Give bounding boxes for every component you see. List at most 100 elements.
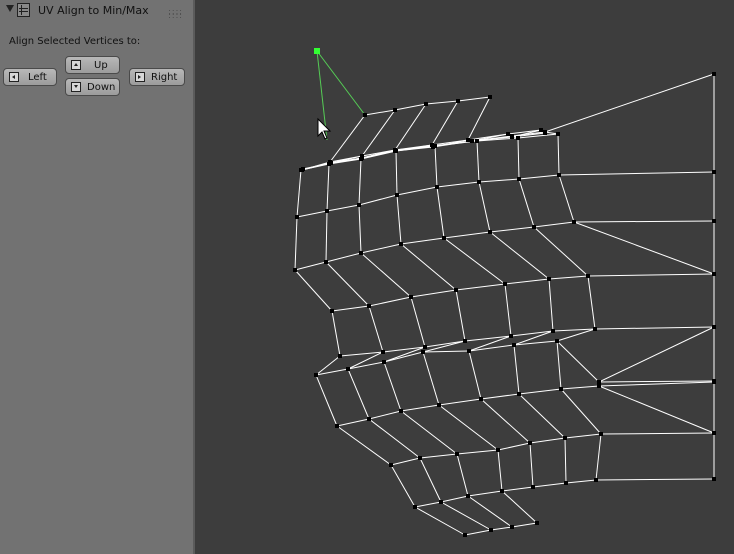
align-right-button[interactable]: Right [129,68,185,86]
uv-vertex[interactable] [395,193,399,197]
uv-vertex[interactable] [551,329,555,333]
uv-vertex[interactable] [712,325,716,329]
uv-vertex[interactable] [535,521,539,525]
uv-vertex[interactable] [335,424,339,428]
uv-vertex[interactable] [394,149,398,153]
uv-vertex[interactable] [367,304,371,308]
uv-vertex[interactable] [503,282,507,286]
uv-vertex[interactable] [382,360,386,364]
uv-vertex[interactable] [389,463,393,467]
collapse-triangle-icon[interactable] [6,5,14,12]
uv-vertex[interactable] [543,130,547,134]
uv-vertex[interactable] [559,387,563,391]
uv-vertex[interactable] [437,403,441,407]
uv-vertex[interactable] [517,392,521,396]
uv-vertex[interactable] [359,157,363,161]
uv-vertex[interactable] [510,525,514,529]
uv-vertex[interactable] [547,277,551,281]
uv-vertex[interactable] [712,431,716,435]
uv-vertex[interactable] [467,349,471,353]
uv-vertex[interactable] [413,505,417,509]
uv-vertex[interactable] [463,533,467,537]
uv-vertex[interactable] [528,441,532,445]
uv-vertex[interactable] [418,456,422,460]
uv-vertex[interactable] [346,367,350,371]
uv-editor-viewport[interactable] [195,0,734,554]
uv-vertex[interactable] [496,448,500,452]
uv-vertex[interactable] [510,134,514,138]
uv-vertex[interactable] [393,108,397,112]
uv-vertex[interactable] [516,136,520,140]
uv-vertex[interactable] [597,380,601,384]
uv-vertex[interactable] [557,173,561,177]
uv-vertex[interactable] [488,95,492,99]
uv-vertex[interactable] [593,327,597,331]
uv-vertex[interactable] [712,219,716,223]
align-left-button[interactable]: Left [3,68,57,86]
uv-vertex[interactable] [359,251,363,255]
uv-vertex[interactable] [479,397,483,401]
align-down-button[interactable]: Down [65,78,120,96]
uv-vertex[interactable] [599,432,603,436]
uv-vertex[interactable] [433,144,437,148]
uv-vertex[interactable] [435,185,439,189]
uv-vertex[interactable] [586,274,590,278]
uv-vertex[interactable] [299,168,303,172]
uv-vertex[interactable] [512,343,516,347]
uv-vertex[interactable] [712,272,716,276]
uv-vertex[interactable] [409,295,413,299]
uv-vertex[interactable] [466,138,470,142]
uv-vertex[interactable] [517,177,521,181]
uv-vertex[interactable] [363,113,367,117]
uv-vertex[interactable] [532,225,536,229]
uv-vertex[interactable] [399,409,403,413]
uv-vertex[interactable] [477,180,481,184]
align-up-button[interactable]: Up [65,56,120,74]
uv-vertex[interactable] [555,339,559,343]
uv-vertex[interactable] [470,139,474,143]
uv-vertex[interactable] [314,373,318,377]
uv-vertex[interactable] [293,268,297,272]
uv-vertex[interactable] [399,242,403,246]
uv-vertex[interactable] [455,452,459,456]
uv-vertex[interactable] [325,209,329,213]
uv-vertex[interactable] [423,345,427,349]
uv-vertex[interactable] [381,350,385,354]
uv-vertex[interactable] [564,481,568,485]
uv-vertex[interactable] [324,260,328,264]
uv-vertex[interactable] [442,236,446,240]
uv-vertex[interactable] [456,99,460,103]
uv-vertex[interactable] [712,477,716,481]
uv-vertex[interactable] [421,350,425,354]
uv-vertex[interactable] [712,170,716,174]
uv-vertex[interactable] [556,132,560,136]
uv-vertex[interactable] [509,334,513,338]
drag-grip-icon[interactable]: :::::::: [168,8,183,20]
uv-vertex[interactable] [594,478,598,482]
uv-vertex[interactable] [531,485,535,489]
uv-vertex[interactable] [712,72,716,76]
uv-vertex[interactable] [475,139,479,143]
uv-vertex[interactable] [597,384,601,388]
uv-vertex[interactable] [367,417,371,421]
selected-uv-vertex[interactable] [314,48,320,54]
uv-vertex[interactable] [500,489,504,493]
uv-vertex[interactable] [572,220,576,224]
uv-vertex[interactable] [466,494,470,498]
uv-mesh-canvas[interactable] [195,0,734,554]
uv-vertex[interactable] [563,436,567,440]
uv-vertex[interactable] [488,230,492,234]
uv-vertex[interactable] [439,500,443,504]
uv-vertex[interactable] [330,309,334,313]
uv-vertex[interactable] [489,528,493,532]
uv-vertex[interactable] [424,102,428,106]
uv-vertex[interactable] [327,162,331,166]
uv-vertex[interactable] [463,339,467,343]
uv-vertex[interactable] [506,132,510,136]
uv-vertex[interactable] [712,380,716,384]
uv-vertex[interactable] [338,354,342,358]
uv-vertex[interactable] [539,128,543,132]
uv-vertex[interactable] [357,203,361,207]
uv-vertex[interactable] [454,288,458,292]
uv-vertex[interactable] [295,215,299,219]
